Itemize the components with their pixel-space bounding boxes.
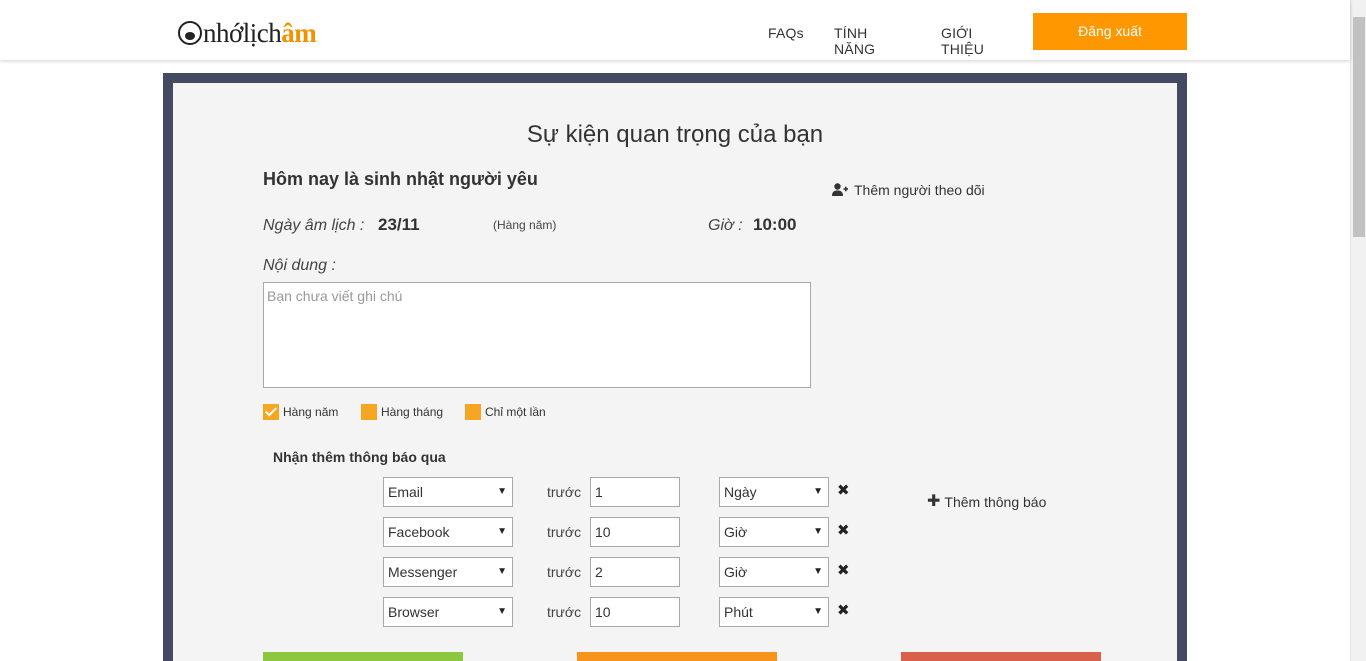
add-notification-button[interactable]: ✚ Thêm thông báo (927, 493, 1047, 511)
repeat-monthly-option[interactable]: Hàng tháng (361, 404, 443, 420)
dropdown-arrow-icon: ▼ (813, 526, 823, 537)
content-label: Nội dung : (263, 257, 336, 274)
event-frame: Sự kiện quan trọng của bạn Hôm nay là si… (163, 73, 1187, 661)
remove-icon[interactable]: ✖ (837, 523, 851, 539)
dropdown-arrow-icon: ▼ (813, 486, 823, 497)
site-header: nhớlịch âm FAQs TÍNH NĂNG GIỚI THIỆU Đăng… (0, 0, 1350, 60)
dropdown-arrow-icon: ▼ (813, 606, 823, 617)
amount-input[interactable] (590, 517, 680, 547)
user-plus-icon (832, 183, 848, 196)
channel-value: Facebook (388, 524, 450, 540)
notify-row: Browser ▼ trước Phút ▼ ✖ (173, 597, 1177, 627)
content-textarea[interactable] (263, 282, 811, 388)
amount-input[interactable] (590, 597, 680, 627)
page-scrollbar[interactable] (1350, 0, 1366, 661)
page-title: Sự kiện quan trọng của bạn (526, 121, 824, 148)
add-follower-button[interactable]: Thêm người theo dõi (832, 182, 985, 198)
repeat-note: (Hàng năm) (493, 218, 557, 232)
event-panel: Sự kiện quan trọng của bạn Hôm nay là si… (173, 83, 1177, 661)
before-label: trước (547, 524, 582, 540)
unit-value: Ngày (724, 484, 757, 500)
before-label: trước (547, 564, 582, 580)
dropdown-arrow-icon: ▼ (497, 566, 507, 577)
remove-icon[interactable]: ✖ (837, 483, 851, 499)
repeat-option-label: Hàng tháng (381, 405, 444, 419)
event-name: Hôm nay là sinh nhật người yêu (263, 169, 538, 189)
unit-value: Giờ (724, 524, 748, 540)
unit-value: Giờ (724, 564, 748, 580)
logout-button[interactable]: Đăng xuất (1033, 13, 1187, 50)
channel-value: Email (388, 484, 424, 500)
channel-select[interactable]: Messenger ▼ (383, 557, 513, 587)
unit-select[interactable]: Phút ▼ (719, 597, 829, 627)
logo-mark-icon (178, 21, 202, 45)
add-follower-label: Thêm người theo dõi (854, 182, 985, 198)
channel-value: Browser (388, 604, 440, 620)
nav-faqs[interactable]: FAQs (768, 25, 804, 41)
notify-row: Messenger ▼ trước Giờ ▼ ✖ (173, 557, 1177, 587)
edit-button[interactable] (577, 652, 777, 661)
unit-select[interactable]: Giờ ▼ (719, 517, 829, 547)
delete-button[interactable] (901, 652, 1101, 661)
before-label: trước (547, 484, 582, 500)
nav-features[interactable]: TÍNH NĂNG (834, 25, 875, 57)
scrollbar-thumb[interactable] (1353, 17, 1365, 237)
unit-select[interactable]: Giờ ▼ (719, 557, 829, 587)
amount-input[interactable] (590, 477, 680, 507)
logo[interactable]: nhớlịch âm (178, 17, 317, 49)
channel-select[interactable]: Email ▼ (383, 477, 513, 507)
logo-text: nhớlịch (203, 17, 282, 48)
channel-value: Messenger (388, 564, 458, 580)
dropdown-arrow-icon: ▼ (497, 526, 507, 537)
repeat-option-label: Chỉ một lần (485, 405, 546, 419)
time-label: Giờ : (708, 217, 743, 234)
channel-select[interactable]: Facebook ▼ (383, 517, 513, 547)
remove-icon[interactable]: ✖ (837, 563, 851, 579)
notify-row: Facebook ▼ trước Giờ ▼ ✖ (173, 517, 1177, 547)
remove-icon[interactable]: ✖ (837, 603, 851, 619)
notify-section-title: Nhận thêm thông báo qua (273, 449, 446, 465)
once-checkbox[interactable] (465, 404, 481, 420)
dropdown-arrow-icon: ▼ (497, 606, 507, 617)
lunar-date-value: 23/11 (378, 215, 420, 234)
yearly-checkbox[interactable] (263, 404, 279, 420)
time-value: 10:00 (753, 215, 797, 234)
plus-icon: ✚ (927, 493, 941, 510)
add-notification-label: Thêm thông báo (944, 494, 1047, 510)
amount-input[interactable] (590, 557, 680, 587)
monthly-checkbox[interactable] (361, 404, 377, 420)
unit-select[interactable]: Ngày ▼ (719, 477, 829, 507)
save-button[interactable] (263, 652, 463, 661)
lunar-date-label: Ngày âm lịch : (263, 217, 365, 234)
repeat-once-option[interactable]: Chỉ một lần (465, 404, 546, 420)
dropdown-arrow-icon: ▼ (497, 486, 507, 497)
channel-select[interactable]: Browser ▼ (383, 597, 513, 627)
unit-value: Phút (724, 604, 753, 620)
dropdown-arrow-icon: ▼ (813, 566, 823, 577)
logo-text-accent: âm (281, 17, 317, 48)
nav-about[interactable]: GIỚI THIỆU (941, 25, 984, 57)
repeat-yearly-option[interactable]: Hàng năm (263, 404, 338, 420)
before-label: trước (547, 604, 582, 620)
repeat-option-label: Hàng năm (283, 405, 339, 419)
